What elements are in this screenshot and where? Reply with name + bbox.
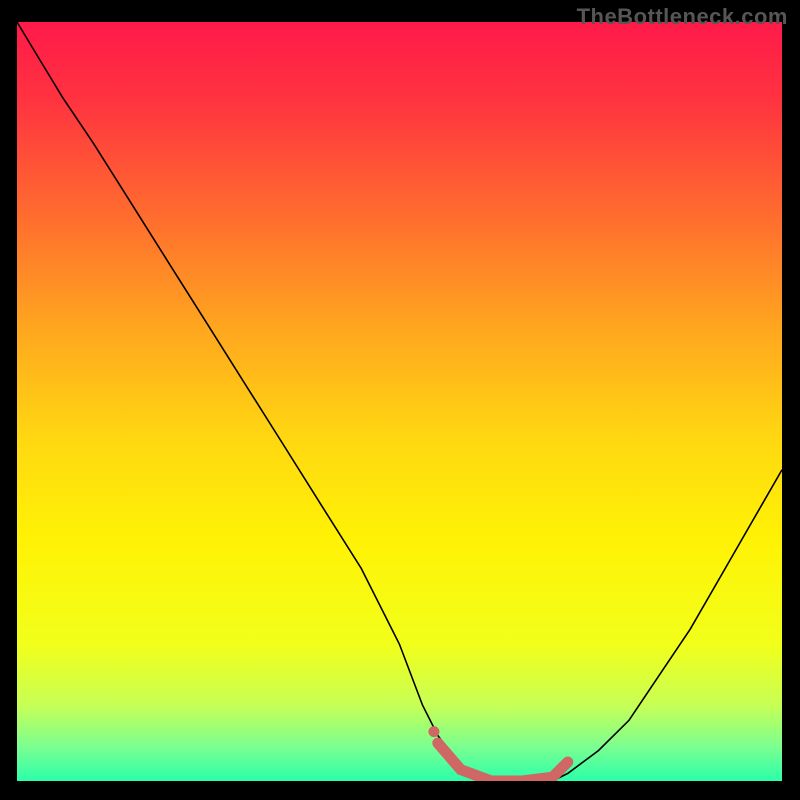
chart-svg <box>17 22 782 781</box>
chart-background <box>17 22 782 781</box>
chart-container <box>17 22 782 781</box>
watermark-text: TheBottleneck.com <box>577 4 788 30</box>
optimal-zone-dot <box>428 726 439 737</box>
